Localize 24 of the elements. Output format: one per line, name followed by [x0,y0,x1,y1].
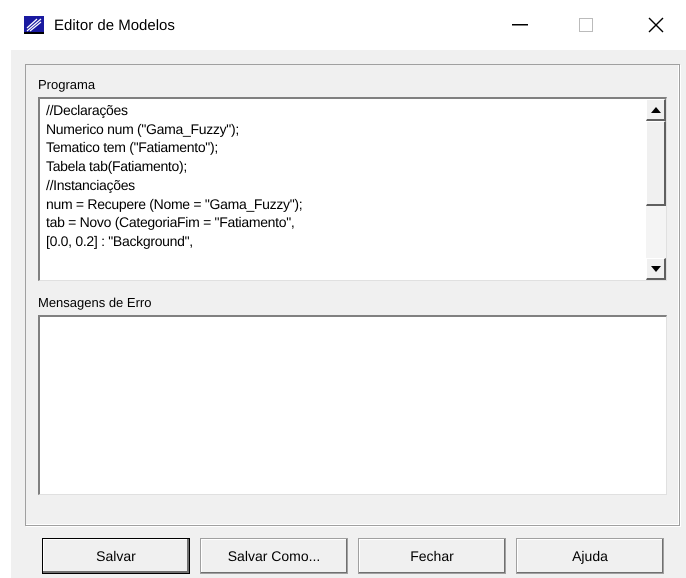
code-line: //Instanciações [46,176,136,195]
section-label: Programa [38,77,96,92]
code-line: Tematico tem ("Fatiamento"); [46,138,219,158]
scroll-up-button[interactable] [646,99,666,121]
code-line: //Declarações [46,101,129,120]
code-line: num = Recupere (Nome = "Gama_Fuzzy"); [46,194,304,214]
code-line: [0.0, 0.2] : "Background", [46,232,194,251]
minimize-icon[interactable] [512,24,528,26]
dialog-button[interactable]: Fechar [358,538,506,574]
window-title: Editor de Modelos [54,16,176,34]
scroll-down-button[interactable] [646,258,666,280]
code-editor[interactable] [38,97,667,281]
down-arrow-icon [650,266,660,272]
dialog-button[interactable]: Salvar Como... [200,538,348,574]
up-arrow-icon [650,106,660,112]
code-line: Tabela tab(Fatiamento); [46,157,188,176]
app-icon [24,16,44,34]
dialog-button[interactable]: Salvar [42,538,190,574]
code-line: tab = Novo (CategoriaFim = "Fatiamento", [46,213,296,232]
scrollbar-thumb[interactable] [646,121,666,206]
section-label: Mensagens de Erro [38,295,152,310]
code-line: Numerico num ("Gama_Fuzzy"); [46,120,240,138]
dialog-button[interactable]: Ajuda [516,538,664,574]
close-icon[interactable] [648,17,664,33]
